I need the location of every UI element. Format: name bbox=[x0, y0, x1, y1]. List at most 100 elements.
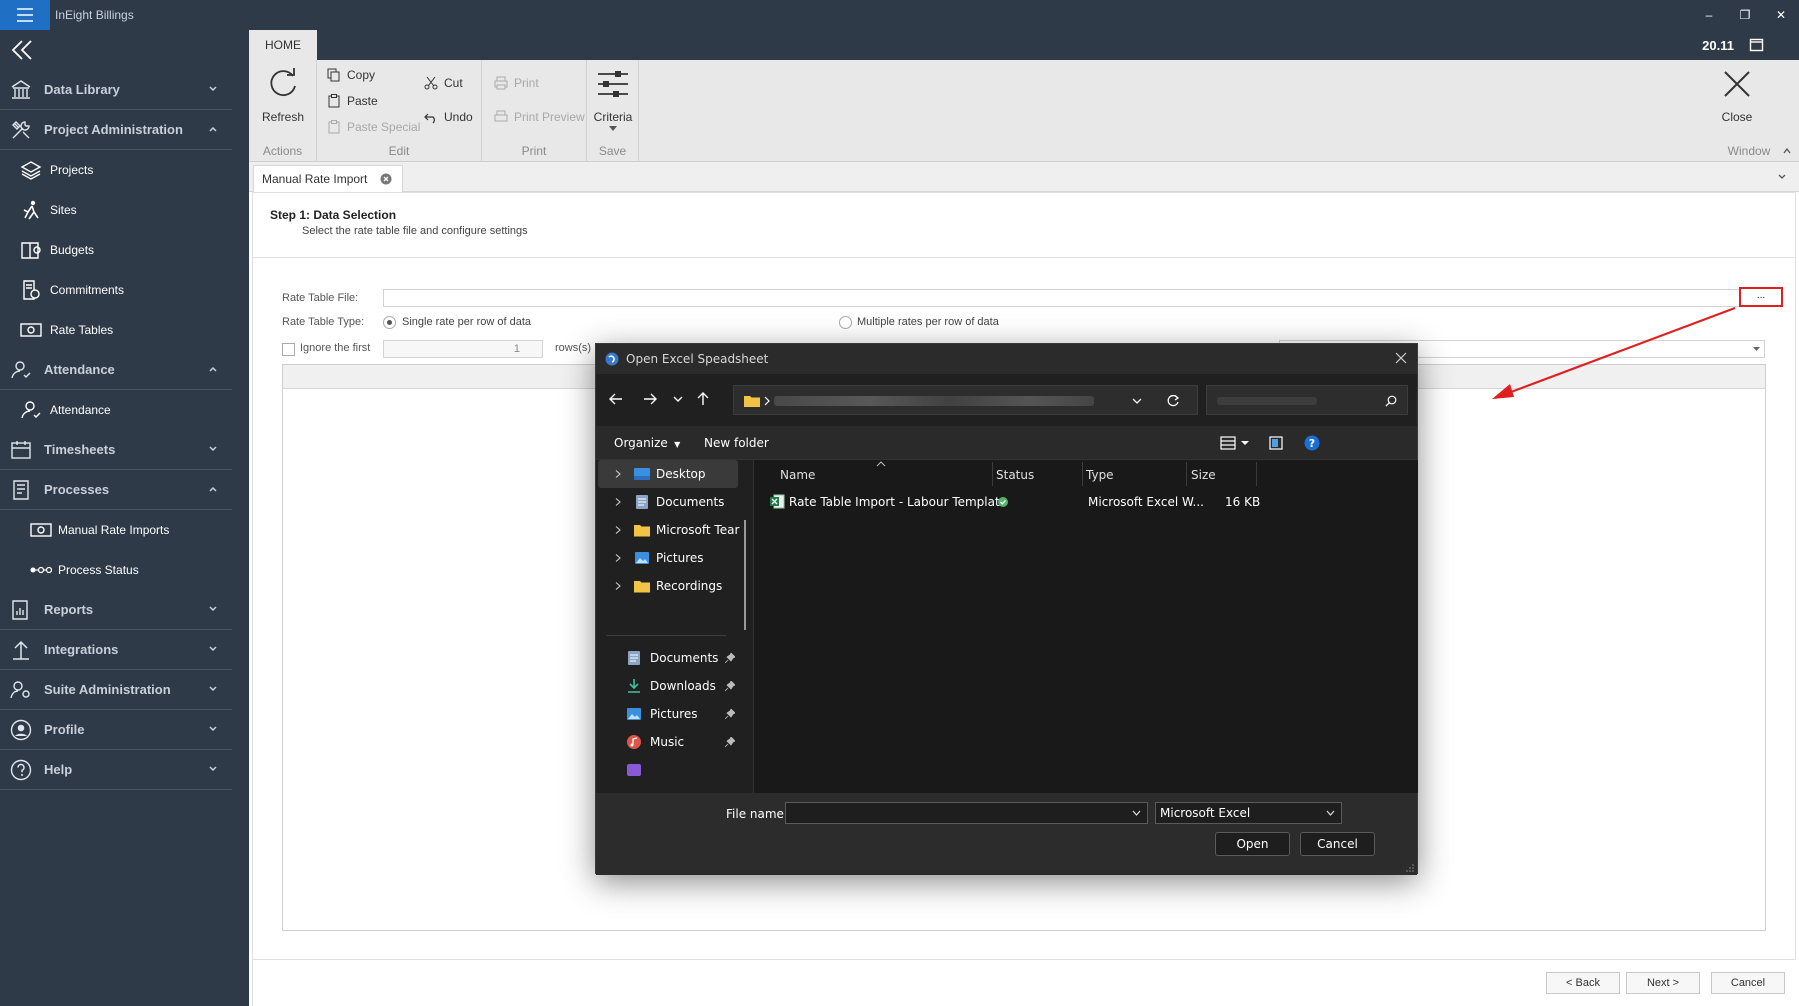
radio-multiple-rates[interactable] bbox=[839, 316, 852, 329]
bank-icon bbox=[11, 80, 31, 99]
search-input[interactable] bbox=[1206, 385, 1408, 415]
sidebar-item-project-administration[interactable]: Project Administration bbox=[0, 110, 232, 150]
quick-access-videos-partial[interactable] bbox=[598, 756, 738, 784]
navigation-scrollbar[interactable] bbox=[744, 520, 746, 630]
minimize-button[interactable]: – bbox=[1691, 8, 1727, 22]
sidebar-item-attendance-section[interactable]: Attendance bbox=[0, 350, 232, 390]
dropdown-arrow-icon: ▼ bbox=[671, 440, 681, 449]
expand-chevron-icon bbox=[615, 526, 621, 534]
quick-access-documents[interactable]: Documents bbox=[598, 644, 738, 672]
print-preview-button[interactable]: Print Preview bbox=[494, 110, 585, 124]
sidebar-item-manual-rate-imports[interactable]: Manual Rate Imports bbox=[0, 510, 232, 550]
tree-item-documents[interactable]: Documents bbox=[598, 488, 738, 516]
sidebar-item-data-library[interactable]: Data Library bbox=[0, 70, 232, 110]
print-button[interactable]: Print bbox=[494, 76, 539, 90]
tools-icon bbox=[12, 121, 30, 139]
file-name-label: File name: bbox=[726, 807, 788, 821]
sidebar-item-attendance[interactable]: Attendance bbox=[0, 390, 232, 430]
dialog-title: Open Excel Speadsheet bbox=[626, 352, 769, 366]
file-name-input[interactable] bbox=[785, 802, 1148, 824]
column-header-name[interactable]: Name bbox=[780, 468, 815, 482]
column-divider[interactable] bbox=[1082, 462, 1083, 486]
chevron-down-icon[interactable] bbox=[1132, 397, 1142, 405]
tree-item-recordings[interactable]: Recordings bbox=[598, 572, 738, 600]
next-button[interactable]: Next > bbox=[1626, 972, 1700, 994]
refresh-button[interactable]: Refresh bbox=[253, 66, 313, 124]
sidebar-item-integrations[interactable]: Integrations bbox=[0, 630, 232, 670]
sidebar-item-process-status[interactable]: Process Status bbox=[0, 550, 232, 590]
cancel-wizard-button[interactable]: Cancel bbox=[1711, 972, 1785, 994]
sidebar-item-timesheets[interactable]: Timesheets bbox=[0, 430, 232, 470]
browse-file-button[interactable]: ... bbox=[1739, 287, 1783, 307]
quick-access-downloads[interactable]: Downloads bbox=[598, 672, 738, 700]
up-arrow-icon[interactable] bbox=[695, 391, 711, 407]
ribbon-group-save: Criteria Save bbox=[587, 60, 639, 162]
recent-locations-chevron-icon[interactable] bbox=[670, 391, 686, 407]
tab-home[interactable]: HOME bbox=[249, 30, 317, 60]
radio-multiple-rates-label: Multiple rates per row of data bbox=[857, 316, 999, 328]
sidebar-item-help[interactable]: Help bbox=[0, 750, 232, 790]
collapse-ribbon-icon[interactable] bbox=[1783, 148, 1791, 154]
copy-button[interactable]: Copy bbox=[327, 68, 375, 82]
column-divider[interactable] bbox=[992, 462, 993, 486]
sidebar-item-commitments[interactable]: Commitments bbox=[0, 270, 232, 310]
ignore-rows-checkbox[interactable] bbox=[282, 343, 295, 356]
sidebar-item-budgets[interactable]: Budgets bbox=[0, 230, 232, 270]
close-button[interactable]: Close bbox=[1707, 66, 1767, 124]
sidebar-item-suite-administration[interactable]: Suite Administration bbox=[0, 670, 232, 710]
tree-item-desktop[interactable]: Desktop bbox=[598, 460, 738, 488]
column-header-size[interactable]: Size bbox=[1191, 468, 1216, 482]
file-row[interactable]: Rate Table Import - Labour Template Micr… bbox=[770, 490, 1400, 514]
close-tab-icon[interactable] bbox=[380, 173, 392, 185]
open-button[interactable]: Open bbox=[1215, 832, 1290, 856]
sidebar-item-reports[interactable]: Reports bbox=[0, 590, 232, 630]
ignore-rows-stepper[interactable]: 1 bbox=[383, 340, 543, 358]
tab-manual-rate-import[interactable]: Manual Rate Import bbox=[253, 165, 403, 192]
chevron-down-icon[interactable] bbox=[1132, 810, 1141, 816]
forward-arrow-icon[interactable] bbox=[642, 391, 658, 407]
cancel-button[interactable]: Cancel bbox=[1300, 832, 1375, 856]
close-window-button[interactable]: ✕ bbox=[1763, 8, 1799, 22]
back-button[interactable]: < Back bbox=[1546, 972, 1620, 994]
sidebar-item-sites[interactable]: Sites bbox=[0, 190, 232, 230]
window-layout-icon[interactable] bbox=[1749, 37, 1765, 53]
chevron-up-icon bbox=[209, 366, 217, 372]
restore-button[interactable]: ❐ bbox=[1727, 8, 1763, 22]
quick-access-pictures[interactable]: Pictures bbox=[598, 700, 738, 728]
back-arrow-icon[interactable] bbox=[608, 391, 624, 407]
file-size-cell: 16 KB bbox=[1225, 495, 1261, 509]
organize-button[interactable]: Organize ▼ bbox=[614, 436, 680, 450]
collapse-sidebar-button[interactable] bbox=[10, 38, 40, 62]
address-bar[interactable] bbox=[733, 385, 1198, 415]
tree-item-pictures[interactable]: Pictures bbox=[598, 544, 738, 572]
pictures-icon bbox=[635, 552, 649, 564]
undo-button[interactable]: Undo bbox=[424, 110, 473, 124]
radio-single-rate[interactable] bbox=[383, 316, 396, 329]
close-icon[interactable] bbox=[1395, 352, 1407, 364]
resize-grip-icon[interactable] bbox=[1406, 864, 1414, 872]
paste-button[interactable]: Paste bbox=[327, 94, 378, 108]
tab-menu-chevron-icon[interactable] bbox=[1777, 173, 1787, 181]
paste-icon bbox=[328, 94, 340, 108]
file-name-cell: Rate Table Import - Labour Template bbox=[789, 495, 1008, 509]
sidebar-item-projects[interactable]: Projects bbox=[0, 150, 232, 190]
refresh-icon[interactable] bbox=[1166, 394, 1180, 408]
help-icon[interactable]: ? bbox=[1304, 435, 1320, 451]
new-folder-button[interactable]: New folder bbox=[704, 436, 769, 450]
file-type-select[interactable]: Microsoft Excel bbox=[1155, 802, 1342, 824]
view-options-icon[interactable] bbox=[1220, 436, 1250, 450]
sidebar-item-profile[interactable]: Profile bbox=[0, 710, 232, 750]
paste-special-button[interactable]: Paste Special bbox=[327, 120, 420, 134]
menu-button[interactable] bbox=[0, 0, 50, 30]
preview-pane-icon[interactable] bbox=[1269, 436, 1283, 450]
column-divider[interactable] bbox=[1256, 462, 1257, 486]
cut-button[interactable]: Cut bbox=[424, 76, 463, 90]
column-divider[interactable] bbox=[1186, 462, 1187, 486]
tree-item-microsoft-teams[interactable]: Microsoft Tear bbox=[598, 516, 739, 544]
column-header-type[interactable]: Type bbox=[1086, 468, 1114, 482]
column-header-status[interactable]: Status bbox=[996, 468, 1034, 482]
criteria-button[interactable]: Criteria bbox=[583, 66, 643, 131]
quick-access-music[interactable]: Music bbox=[598, 728, 738, 756]
sidebar-item-rate-tables[interactable]: Rate Tables bbox=[0, 310, 232, 350]
sidebar-item-processes[interactable]: Processes bbox=[0, 470, 232, 510]
